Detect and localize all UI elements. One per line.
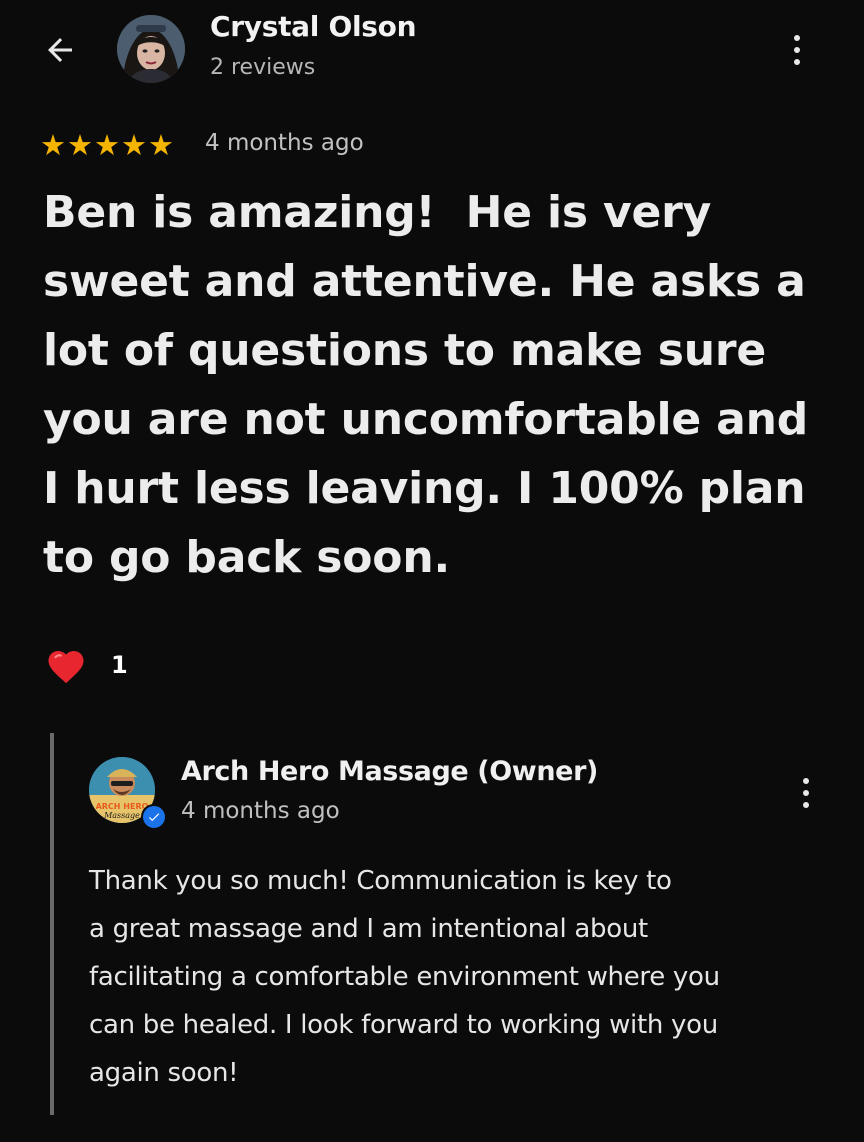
heart-icon xyxy=(48,651,84,684)
review-date: 4 months ago xyxy=(205,130,364,156)
reviewer-avatar[interactable] xyxy=(117,15,185,83)
verified-check-icon xyxy=(141,804,167,830)
review-text: Ben is amazing! He is very sweet and att… xyxy=(43,187,809,583)
star-icon: ★ xyxy=(94,128,120,162)
star-rating: ★ ★ ★ ★ ★ xyxy=(40,130,174,160)
arrow-back-icon xyxy=(48,38,72,62)
like-count: 1 xyxy=(111,651,128,679)
star-icon: ★ xyxy=(40,128,66,162)
owner-reply-name[interactable]: Arch Hero Massage (Owner) xyxy=(181,756,598,787)
star-icon: ★ xyxy=(148,128,174,162)
more-vert-icon xyxy=(803,778,809,808)
reply-indicator-bar xyxy=(50,733,54,1115)
owner-reply-date: 4 months ago xyxy=(181,798,340,824)
more-options-button[interactable] xyxy=(783,30,811,70)
star-icon: ★ xyxy=(121,128,147,162)
more-vert-icon xyxy=(794,35,800,65)
reviewer-review-count: 2 reviews xyxy=(210,55,316,80)
star-icon: ★ xyxy=(67,128,93,162)
svg-text:ARCH HERO: ARCH HERO xyxy=(96,802,149,811)
reviewer-name[interactable]: Crystal Olson xyxy=(210,10,417,43)
back-button[interactable] xyxy=(38,30,82,70)
like-button[interactable]: 1 xyxy=(45,645,128,685)
owner-reply-text: Thank you so much! Communication is key … xyxy=(89,866,720,1088)
svg-text:Massage: Massage xyxy=(103,811,140,820)
reply-more-options-button[interactable] xyxy=(793,773,819,813)
reviewer-photo xyxy=(117,15,185,83)
